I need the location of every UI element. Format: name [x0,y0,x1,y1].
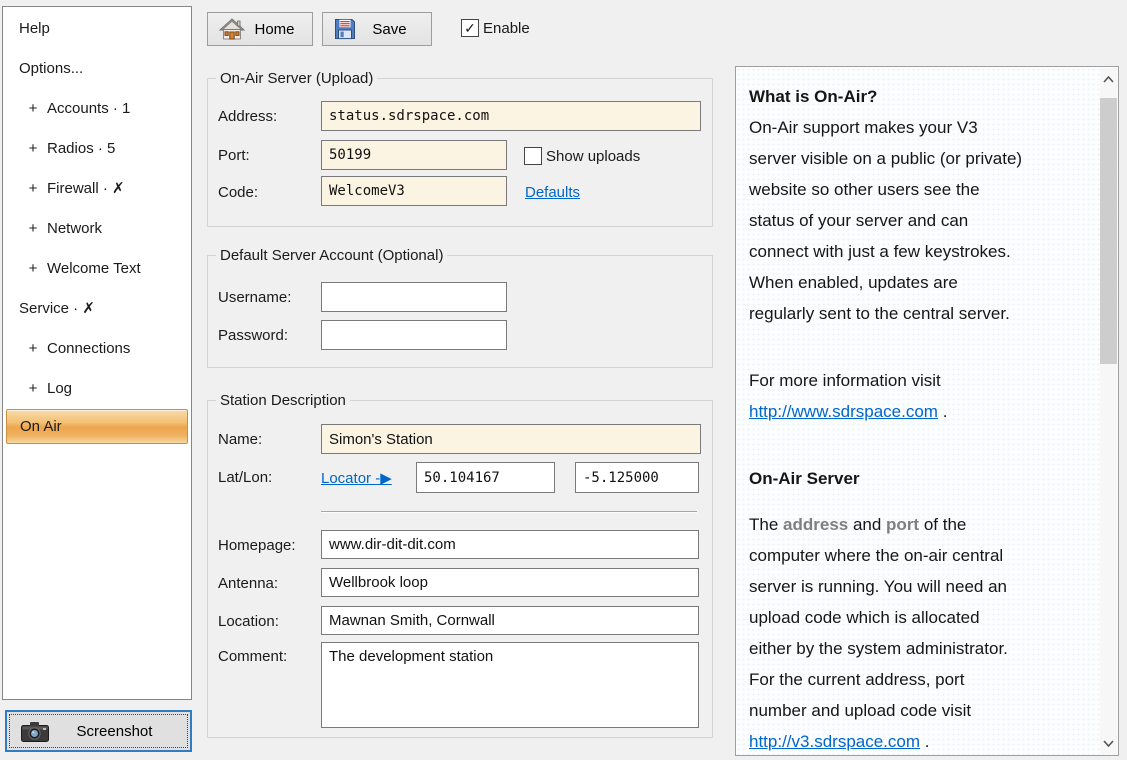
username-field[interactable] [321,282,507,312]
expand-indicator: + [19,140,47,157]
help-panel: What is On-Air? On-Air support makes you… [735,66,1119,756]
locator-link[interactable]: Locator -▶ [321,469,392,487]
help-keyword-port: port [886,515,919,534]
camera-icon [21,721,49,742]
scrollbar[interactable] [1100,68,1117,754]
latitude-field[interactable] [416,462,555,493]
screenshot-button-label: Screenshot [49,723,190,740]
sidebar-item-help[interactable]: Help [3,11,191,45]
help-paragraph: On-Air support makes your V3 server visi… [749,112,1096,329]
sidebar-item-label: Connections [47,340,130,357]
expand-indicator: + [19,380,47,397]
station-description-group: Station Description Name: Lat/Lon: Locat… [207,400,713,738]
expand-indicator: + [19,220,47,237]
scroll-up-button[interactable] [1100,68,1117,90]
sidebar-item-label: Network [47,220,102,237]
sidebar-item-connections[interactable]: +Connections [3,331,191,365]
password-field[interactable] [321,320,507,350]
help-text: and [848,515,886,534]
expand-indicator: + [19,180,47,197]
expand-indicator: + [19,260,47,277]
help-content: What is On-Air? On-Air support makes you… [736,67,1100,755]
enable-checkbox-group: ✓ Enable [461,19,530,37]
divider [321,511,697,513]
location-field[interactable] [321,606,699,635]
onair-server-group: On-Air Server (Upload) Address: Port: Sh… [207,78,713,227]
password-label: Password: [218,327,288,344]
group-title: Default Server Account (Optional) [216,247,447,264]
home-icon [219,17,245,41]
server-account-group: Default Server Account (Optional) Userna… [207,255,713,368]
show-uploads-checkbox[interactable] [524,147,542,165]
save-button-label: Save [356,21,431,38]
sidebar-item-label: Radios · 5 [47,140,115,157]
longitude-field[interactable] [575,462,699,493]
address-field[interactable] [321,101,701,131]
v3-sdrspace-link[interactable]: http://v3.sdrspace.com [749,732,920,751]
sidebar-item-label: Accounts · 1 [47,100,130,117]
sidebar-item-on-air[interactable]: On Air [6,409,188,444]
sidebar-item-log[interactable]: +Log [3,371,191,405]
sidebar-item-options[interactable]: Options... [3,51,191,85]
antenna-field[interactable] [321,568,699,597]
help-text: The [749,515,783,534]
sidebar-item-welcome-text[interactable]: +Welcome Text [3,251,191,285]
help-heading-what-is-onair: What is On-Air? [749,81,1096,112]
chevron-up-icon [1103,76,1114,83]
address-label: Address: [218,108,277,125]
expand-indicator: + [19,340,47,357]
code-field[interactable] [321,176,507,206]
sidebar-item-label: Service · ✗ [19,299,95,317]
save-button[interactable]: Save [322,12,432,46]
port-label: Port: [218,147,250,164]
screenshot-button[interactable]: Screenshot [5,710,192,752]
save-icon [334,18,356,40]
sidebar-item-firewall[interactable]: +Firewall · ✗ [3,171,191,205]
home-button[interactable]: Home [207,12,313,46]
expand-indicator: + [19,100,47,117]
sidebar-item-service[interactable]: Service · ✗ [3,291,191,325]
scrollbar-thumb[interactable] [1100,98,1117,364]
help-keyword-address: address [783,515,848,534]
sidebar-panel: Help Options... +Accounts · 1 +Radios · … [2,6,192,700]
latlon-label: Lat/Lon: [218,469,272,486]
group-title: Station Description [216,392,350,409]
home-button-label: Home [245,21,312,38]
homepage-label: Homepage: [218,537,296,554]
name-label: Name: [218,431,262,448]
help-paragraph: The address and port of the computer whe… [749,509,1096,755]
chevron-down-icon [1103,740,1114,747]
sidebar-item-label: Log [47,380,72,397]
sidebar-item-label: Options... [19,60,83,77]
comment-field[interactable]: The development station [321,642,699,728]
show-uploads-label: Show uploads [546,148,640,165]
defaults-link[interactable]: Defaults [525,184,580,201]
sidebar-item-label: Firewall · ✗ [47,179,125,197]
station-name-field[interactable] [321,424,701,454]
group-title: On-Air Server (Upload) [216,70,377,87]
help-text: For more information visit [749,371,941,390]
sidebar-item-network[interactable]: +Network [3,211,191,245]
location-label: Location: [218,613,279,630]
sidebar-item-accounts[interactable]: +Accounts · 1 [3,91,191,125]
antenna-label: Antenna: [218,575,278,592]
sidebar-item-label: Help [19,20,50,37]
username-label: Username: [218,289,291,306]
homepage-field[interactable] [321,530,699,559]
help-text: . [938,402,947,421]
scroll-down-button[interactable] [1100,732,1117,754]
help-paragraph: For more information visit http://www.sd… [749,365,1096,427]
port-field[interactable] [321,140,507,170]
help-heading-onair-server: On-Air Server [749,463,1096,494]
enable-checkbox[interactable]: ✓ [461,19,479,37]
sdrspace-link[interactable]: http://www.sdrspace.com [749,402,938,421]
help-text: of the computer where the on-air central… [749,515,1008,720]
sidebar-item-label: On Air [20,418,62,435]
code-label: Code: [218,184,258,201]
comment-label: Comment: [218,648,287,665]
help-text: . [920,732,929,751]
enable-checkbox-label: Enable [483,20,530,37]
sidebar-item-label: Welcome Text [47,260,141,277]
sidebar-item-radios[interactable]: +Radios · 5 [3,131,191,165]
